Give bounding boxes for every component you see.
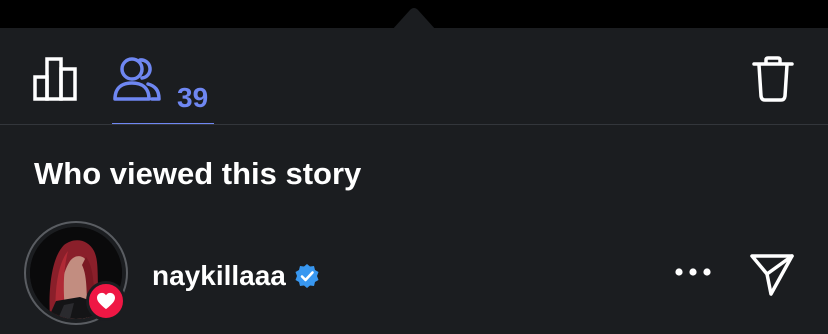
liked-badge bbox=[86, 281, 126, 321]
avatar[interactable] bbox=[24, 221, 128, 325]
viewers-count: 39 bbox=[177, 82, 209, 113]
trash-icon[interactable] bbox=[752, 56, 794, 102]
popover-pointer bbox=[392, 8, 436, 36]
username-row[interactable]: naykillaaa bbox=[152, 258, 320, 294]
heart-icon bbox=[97, 292, 115, 310]
section-title: Who viewed this story bbox=[34, 156, 362, 191]
header-divider bbox=[0, 124, 828, 125]
bar-chart-icon[interactable] bbox=[33, 55, 79, 101]
username[interactable]: naykillaaa bbox=[152, 262, 286, 290]
people-icon bbox=[113, 57, 161, 101]
tab-viewers[interactable]: 39 bbox=[112, 48, 214, 126]
send-icon[interactable] bbox=[748, 250, 796, 298]
verified-badge-icon bbox=[295, 264, 319, 288]
more-horizontal-icon[interactable] bbox=[672, 260, 714, 284]
story-viewers-sheet: 39 Who viewed this story naykillaaa bbox=[0, 28, 828, 334]
